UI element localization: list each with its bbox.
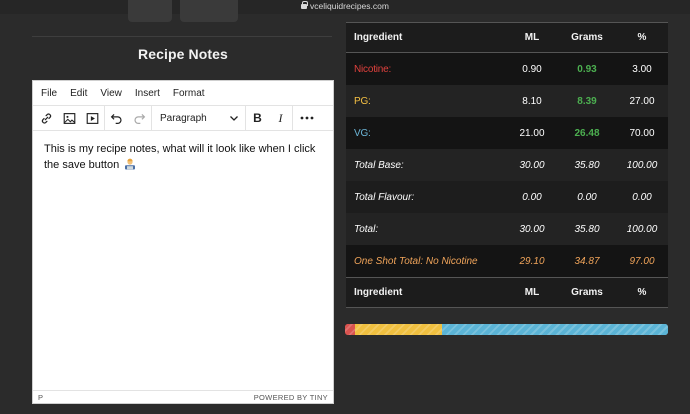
table-footer: Ingredient ML Grams % — [346, 277, 668, 308]
menu-format[interactable]: Format — [173, 88, 205, 99]
mix-segment-pg — [354, 324, 442, 335]
ml-value: 29.10 — [519, 255, 545, 267]
ml-value: 30.00 — [519, 223, 545, 235]
ingredient-name: Total Base: — [354, 159, 404, 171]
mix-segment-vg — [441, 324, 668, 335]
ingredient-name: Total: — [354, 223, 379, 235]
rich-text-editor[interactable]: File Edit View Insert Format Paragraph B… — [32, 80, 334, 404]
ingredient-name: Nicotine: — [354, 63, 392, 75]
ingredient-name: One Shot Total: No Nicotine — [354, 255, 478, 267]
percent-value: 100.00 — [626, 159, 658, 171]
footer-grams: Grams — [571, 287, 603, 298]
url-text: vceliquidrecipes.com — [0, 1, 690, 11]
table-row: Total Base: 30.00 35.80 100.00 — [346, 149, 668, 181]
grams-value: 35.80 — [574, 159, 600, 171]
ml-value: 0.00 — [522, 191, 542, 203]
table-header: Ingredient ML Grams % — [346, 22, 668, 53]
menu-view[interactable]: View — [100, 88, 122, 99]
browser-url-bar[interactable]: vceliquidrecipes.com — [0, 0, 690, 22]
grams-value: 35.80 — [574, 223, 600, 235]
table-row: Total: 30.00 35.80 100.00 — [346, 213, 668, 245]
recipe-table: Ingredient ML Grams % Nicotine: 0.90 0.9… — [346, 22, 668, 308]
ingredient-name: VG: — [354, 127, 371, 139]
header-ml: ML — [524, 32, 540, 43]
link-icon[interactable] — [35, 107, 58, 129]
redo-icon[interactable] — [128, 107, 151, 129]
table-row: Total Flavour: 0.00 0.00 0.00 — [346, 181, 668, 213]
undo-icon[interactable] — [105, 107, 128, 129]
grams-value: 8.39 — [577, 95, 597, 107]
header-percent: % — [637, 32, 647, 43]
section-title: Recipe Notes — [138, 46, 228, 62]
percent-value: 3.00 — [632, 63, 652, 75]
percent-value: 100.00 — [626, 223, 658, 235]
header-ingredient: Ingredient — [354, 32, 403, 43]
table-row: Nicotine: 0.90 0.93 3.00 — [346, 53, 668, 85]
mix-proportion-bar — [345, 324, 668, 335]
chevron-down-icon — [230, 116, 238, 121]
percent-value: 97.00 — [629, 255, 655, 267]
grams-value: 0.00 — [577, 191, 597, 203]
editor-content[interactable]: This is my recipe notes, what will it lo… — [33, 131, 333, 183]
block-format-select[interactable]: Paragraph — [152, 107, 245, 129]
percent-value: 0.00 — [632, 191, 652, 203]
ml-value: 30.00 — [519, 159, 545, 171]
ml-value: 0.90 — [522, 63, 542, 75]
italic-icon[interactable]: I — [269, 107, 292, 129]
editor-text: This is my recipe notes, what will it lo… — [44, 143, 316, 171]
grams-value: 34.87 — [574, 255, 600, 267]
block-format-value: Paragraph — [160, 112, 207, 124]
menu-edit[interactable]: Edit — [70, 88, 87, 99]
ml-value: 8.10 — [522, 95, 542, 107]
editor-toolbar: Paragraph B I — [33, 105, 333, 131]
percent-value: 70.00 — [629, 127, 655, 139]
lock-icon — [301, 1, 309, 9]
grams-value: 0.93 — [577, 63, 597, 75]
media-icon[interactable] — [81, 107, 104, 129]
element-path[interactable]: P — [38, 393, 43, 402]
more-options-icon[interactable] — [293, 107, 321, 129]
menu-file[interactable]: File — [41, 88, 57, 99]
divider — [32, 36, 332, 37]
editor-menubar: File Edit View Insert Format — [33, 81, 333, 105]
table-row: One Shot Total: No Nicotine 29.10 34.87 … — [346, 245, 668, 277]
table-row: VG: 21.00 26.48 70.00 — [346, 117, 668, 149]
footer-percent: % — [637, 287, 647, 298]
table-row: PG: 8.10 8.39 27.00 — [346, 85, 668, 117]
percent-value: 27.00 — [629, 95, 655, 107]
menu-insert[interactable]: Insert — [135, 88, 160, 99]
bold-icon[interactable]: B — [246, 107, 269, 129]
footer-ml: ML — [524, 287, 540, 298]
mix-segment-nicotine — [345, 324, 355, 335]
image-icon[interactable] — [58, 107, 81, 129]
editor-statusbar: P POWERED BY TINY — [33, 390, 333, 403]
ingredient-name: Total Flavour: — [354, 191, 415, 203]
header-grams: Grams — [571, 32, 603, 43]
grams-value: 26.48 — [574, 127, 600, 139]
ingredient-name: PG: — [354, 95, 371, 107]
footer-ingredient: Ingredient — [354, 287, 403, 298]
powered-by-link[interactable]: POWERED BY TINY — [254, 393, 328, 402]
ml-value: 21.00 — [519, 127, 545, 139]
technologist-emoji-icon — [125, 158, 136, 170]
